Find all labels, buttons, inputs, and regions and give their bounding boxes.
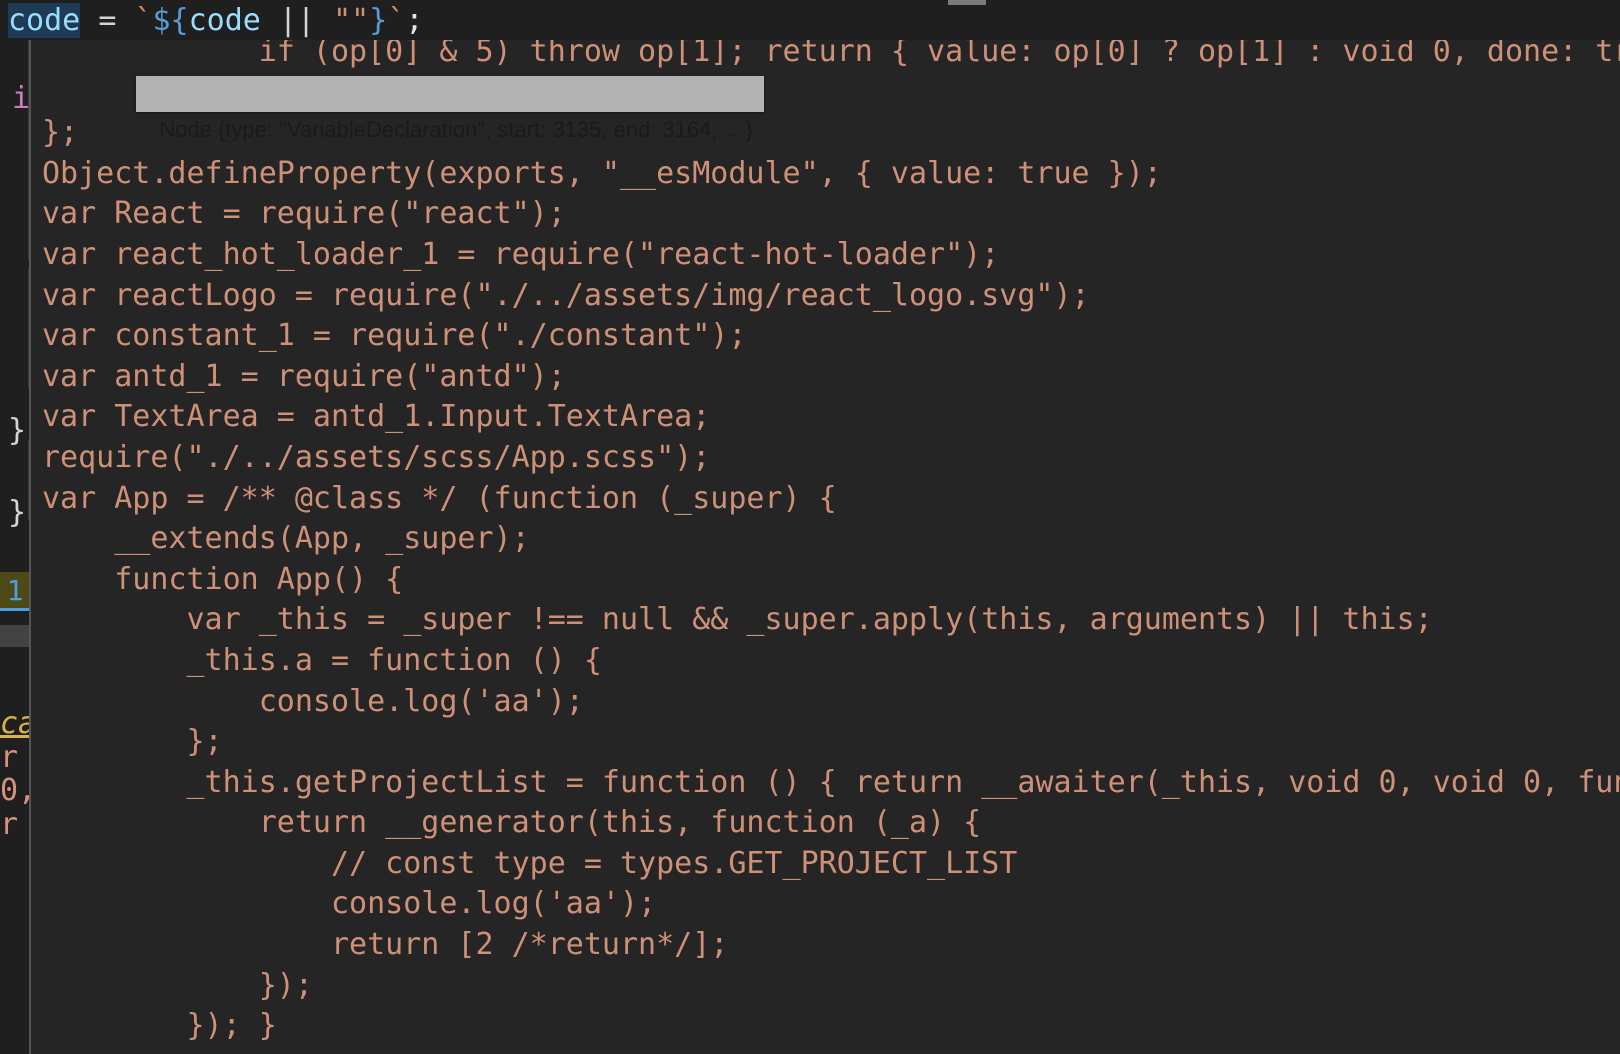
code-line[interactable]: var reactLogo = require("./../assets/img…	[31, 276, 1620, 317]
code-line[interactable]: var TextArea = antd_1.Input.TextArea;	[31, 397, 1620, 438]
code-lines-container: if (op[0] & 5) throw op[1]; return { val…	[31, 38, 1620, 1047]
code-token: =	[98, 3, 117, 38]
code-token: code	[188, 3, 261, 38]
code-line[interactable]: require("./../assets/scss/App.scss");	[31, 438, 1620, 479]
code-line[interactable]: return __generator(this, function (_a) {	[31, 803, 1620, 844]
code-line[interactable]: console.log('aa');	[31, 682, 1620, 723]
code-line[interactable]: return [2 /*return*/];	[31, 925, 1620, 966]
code-line[interactable]: var _this = _super !== null && _super.ap…	[31, 600, 1620, 641]
debug-hover-tooltip-text: Node {type: "VariableDeclaration", start…	[159, 117, 753, 142]
horizontal-scrollbar-thumb[interactable]	[948, 0, 986, 5]
active-editor-line-strip: code = `${code || ""}`;	[0, 0, 1620, 40]
code-line[interactable]: }); }	[31, 1006, 1620, 1047]
code-line[interactable]: console.log('aa');	[31, 884, 1620, 925]
code-line[interactable]: };	[31, 722, 1620, 763]
debug-hover-tooltip: Node {type: "VariableDeclaration", start…	[136, 76, 764, 142]
code-line[interactable]: });	[31, 966, 1620, 1007]
code-line[interactable]: _this.a = function () {	[31, 641, 1620, 682]
background-code-fragment: }	[8, 413, 27, 448]
code-token: ;	[405, 3, 424, 38]
code-token: ||	[278, 3, 316, 38]
code-token: ${	[152, 3, 189, 38]
code-line[interactable]: _this.getProjectList = function () { ret…	[31, 763, 1620, 804]
code-token: `	[387, 3, 406, 38]
code-line[interactable]: var antd_1 = require("antd");	[31, 357, 1620, 398]
code-line[interactable]: // const type = types.GET_PROJECT_LIST	[31, 844, 1620, 885]
code-line[interactable]: function App() {	[31, 560, 1620, 601]
code-token: }	[369, 3, 388, 38]
code-line[interactable]: var App = /** @class */ (function (_supe…	[31, 479, 1620, 520]
active-code-line[interactable]: code = `${code || ""}`;	[8, 3, 424, 38]
gutter-marker	[0, 625, 30, 647]
code-line[interactable]: Object.defineProperty(exports, "__esModu…	[31, 154, 1620, 195]
code-line[interactable]: __extends(App, _super);	[31, 519, 1620, 560]
code-token: ""	[333, 3, 370, 38]
code-line[interactable]: var react_hot_loader_1 = require("react-…	[31, 235, 1620, 276]
background-code-fragment: }	[8, 495, 27, 530]
code-line[interactable]: var constant_1 = require("./constant");	[31, 316, 1620, 357]
code-token: `	[134, 3, 153, 38]
breakpoint-line-number[interactable]: 1	[0, 572, 30, 611]
code-token: code	[8, 3, 81, 38]
code-line[interactable]: var React = require("react");	[31, 194, 1620, 235]
breakpoint-line-number-label: 1	[6, 573, 24, 607]
code-preview-panel[interactable]: if (op[0] & 5) throw op[1]; return { val…	[29, 38, 1620, 1054]
background-code-fragment: i	[12, 81, 31, 116]
code-line[interactable]: if (op[0] & 5) throw op[1]; return { val…	[31, 38, 1620, 73]
